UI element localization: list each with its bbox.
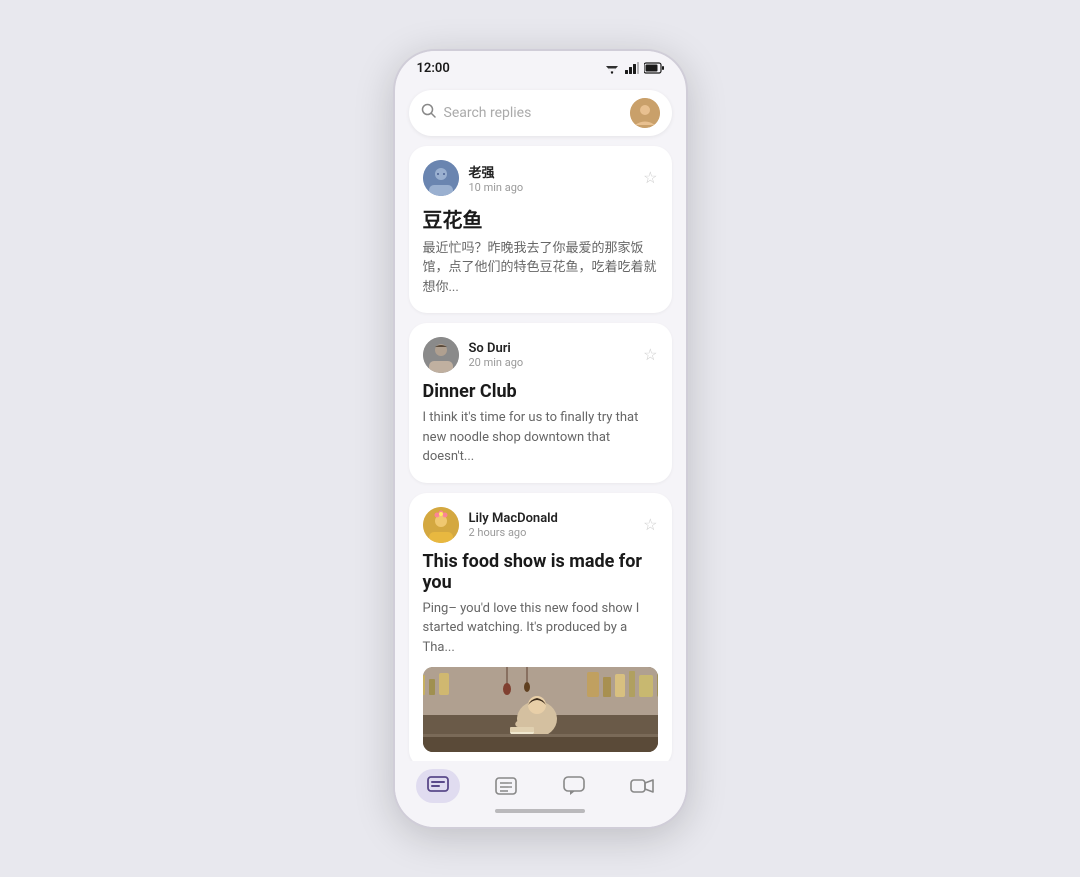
message-card[interactable]: 老强 10 min ago ☆ 豆花鱼 最近忙吗？昨晚我去了你最爱的那家饭馆，点… [409, 146, 672, 314]
sender-name: So Duri [469, 341, 524, 356]
nav-item-messages[interactable] [416, 769, 460, 803]
chat-nav-icon [563, 776, 585, 796]
message-preview: I think it's time for us to finally try … [423, 408, 658, 467]
nav-item-video[interactable] [620, 769, 664, 803]
sender-name: Lily MacDonald [469, 511, 558, 526]
card-header: Lily MacDonald 2 hours ago ☆ [423, 507, 658, 543]
bottom-nav [395, 761, 686, 827]
card-header: So Duri 20 min ago ☆ [423, 337, 658, 373]
sender-time: 20 min ago [469, 356, 524, 369]
message-image [423, 667, 658, 752]
card-header-left: Lily MacDonald 2 hours ago [423, 507, 558, 543]
sender-info: So Duri 20 min ago [469, 341, 524, 369]
nav-item-chat[interactable] [552, 769, 596, 803]
search-icon [421, 103, 436, 122]
search-input[interactable]: Search replies [444, 105, 622, 121]
star-button[interactable]: ☆ [643, 345, 657, 365]
user-avatar[interactable] [630, 98, 660, 128]
message-card[interactable]: Lily MacDonald 2 hours ago ☆ This food s… [409, 493, 672, 761]
messages-nav-icon [427, 776, 449, 796]
status-bar: 12:00 [395, 51, 686, 82]
star-button[interactable]: ☆ [643, 515, 657, 535]
message-card[interactable]: So Duri 20 min ago ☆ Dinner Club I think… [409, 323, 672, 483]
status-time: 12:00 [417, 61, 450, 76]
card-header-left: 老强 10 min ago [423, 160, 524, 196]
avatar [423, 160, 459, 196]
sender-name: 老强 [469, 162, 524, 181]
signal-icon [625, 62, 639, 74]
avatar [423, 507, 459, 543]
status-icons [604, 62, 664, 74]
nav-item-list[interactable] [484, 769, 528, 803]
message-title: 豆花鱼 [423, 204, 658, 233]
battery-icon [644, 62, 664, 74]
card-header-left: So Duri 20 min ago [423, 337, 524, 373]
home-indicator [495, 809, 585, 813]
star-button[interactable]: ☆ [643, 168, 657, 188]
list-nav-icon [495, 776, 517, 796]
card-header: 老强 10 min ago ☆ [423, 160, 658, 196]
scroll-area[interactable]: Search replies [395, 82, 686, 761]
message-preview: 最近忙吗？昨晚我去了你最爱的那家饭馆，点了他们的特色豆花鱼，吃着吃着就想你... [423, 239, 658, 298]
message-title: Dinner Club [423, 381, 658, 402]
wifi-icon [604, 62, 620, 74]
nav-items [395, 769, 686, 803]
sender-info: 老强 10 min ago [469, 162, 524, 194]
message-preview: Ping– you'd love this new food show I st… [423, 599, 658, 658]
video-nav-icon [630, 776, 654, 796]
avatar [423, 337, 459, 373]
sender-time: 2 hours ago [469, 526, 558, 539]
search-bar[interactable]: Search replies [409, 90, 672, 136]
phone-frame: 12:00 [393, 49, 688, 829]
sender-info: Lily MacDonald 2 hours ago [469, 511, 558, 539]
message-title: This food show is made for you [423, 551, 658, 593]
sender-time: 10 min ago [469, 181, 524, 194]
